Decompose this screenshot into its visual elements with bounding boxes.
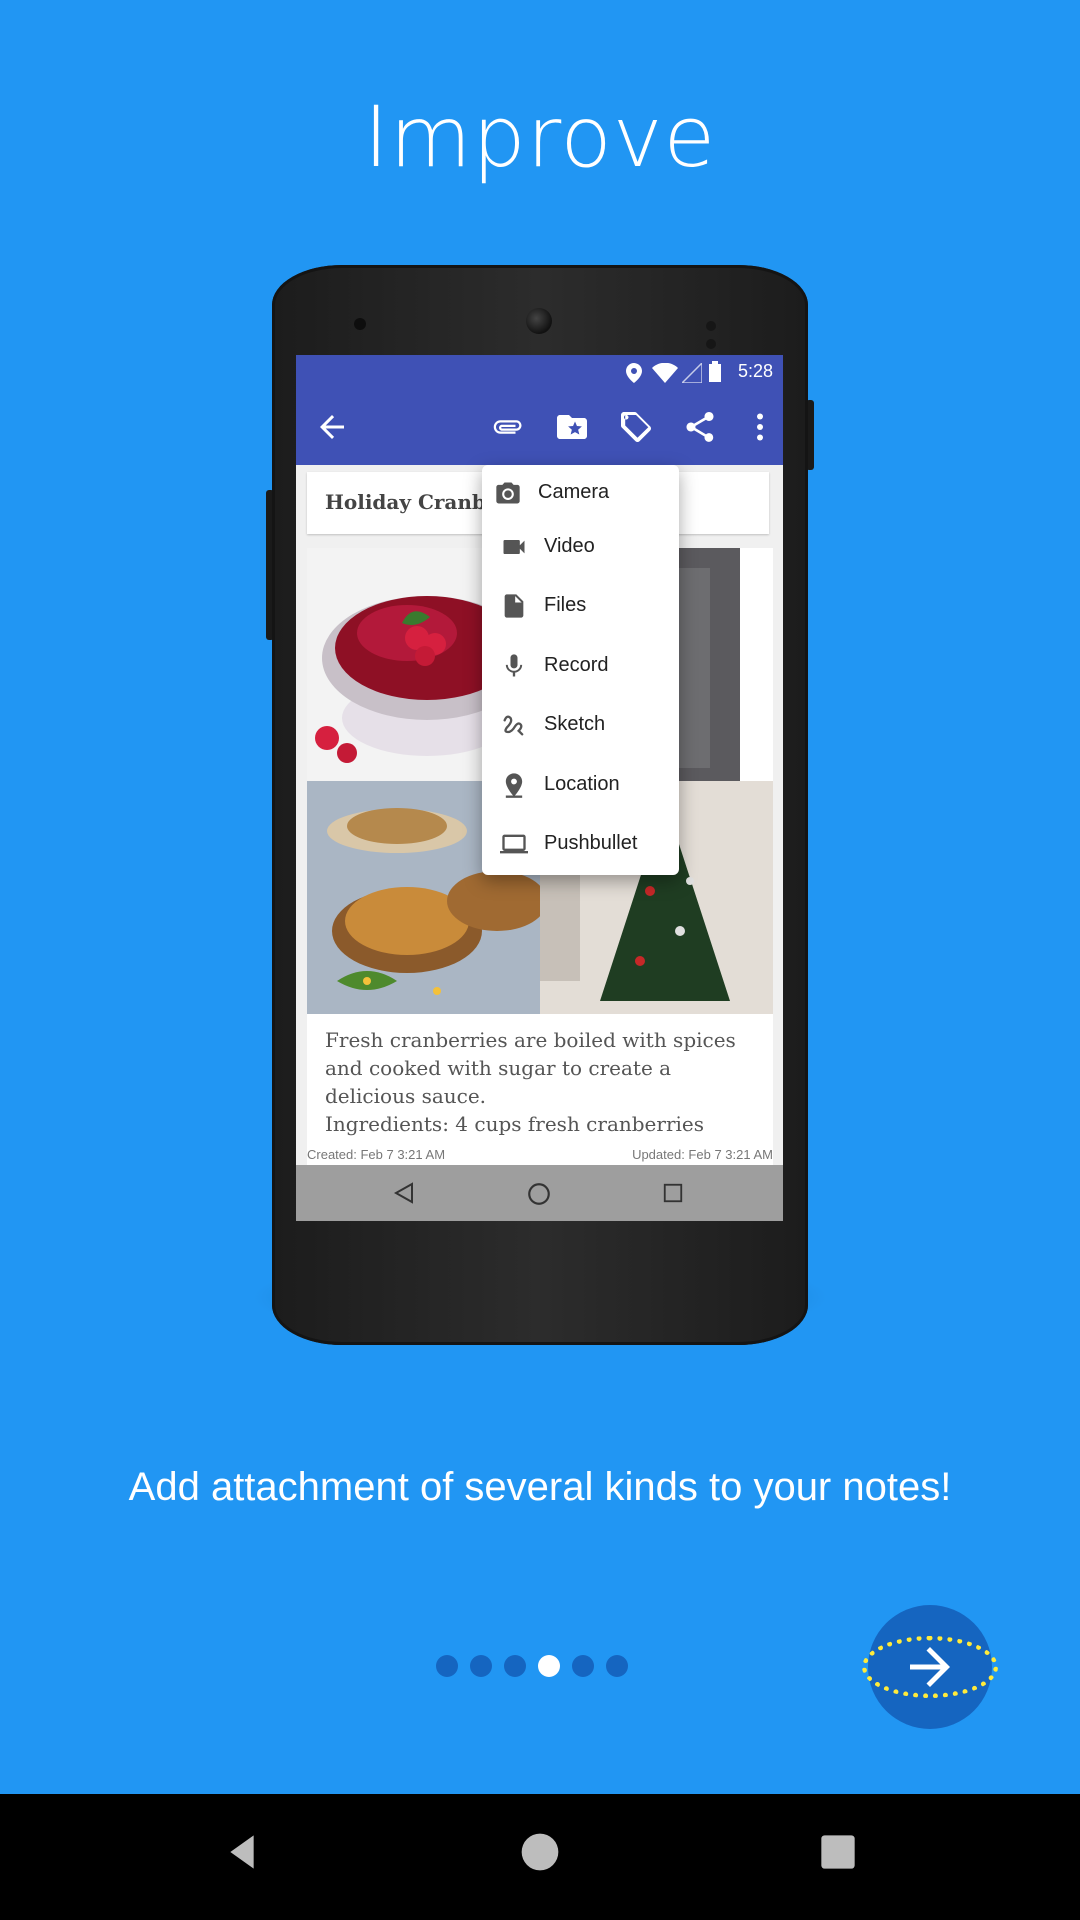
pager-dot xyxy=(606,1655,628,1677)
phone-sensors xyxy=(706,318,740,349)
app-toolbar xyxy=(296,389,783,465)
device-nav-bar xyxy=(296,1165,783,1221)
system-recents-icon[interactable] xyxy=(818,1832,858,1872)
image-gap xyxy=(740,548,773,781)
system-home-icon[interactable] xyxy=(518,1830,562,1874)
menu-item-files[interactable]: Files xyxy=(482,580,679,632)
phone-front-camera xyxy=(354,318,366,330)
system-nav-bar xyxy=(0,1794,1080,1920)
pager-dot xyxy=(572,1655,594,1677)
menu-item-pushbullet[interactable]: Pushbullet xyxy=(482,818,679,870)
pager-indicator xyxy=(436,1655,636,1677)
sketch-icon xyxy=(503,715,524,736)
phone-earpiece xyxy=(526,308,552,334)
menu-item-label: Pushbullet xyxy=(544,832,638,854)
video-icon xyxy=(503,540,525,554)
category-icon[interactable] xyxy=(554,409,590,445)
location-status-icon xyxy=(626,363,642,383)
pager-dot xyxy=(470,1655,492,1677)
pager-dot-active xyxy=(538,1655,560,1677)
device-recents-icon xyxy=(663,1183,683,1203)
note-created: Created: Feb 7 3:21 AM xyxy=(307,1147,446,1162)
laptop-icon xyxy=(500,834,528,854)
camera-icon xyxy=(496,482,520,504)
note-meta-bar: Created: Feb 7 3:21 AM Updated: Feb 7 3:… xyxy=(296,1147,783,1165)
share-icon[interactable] xyxy=(682,409,718,445)
note-body: Fresh cranberries are boiled with spices… xyxy=(325,1028,736,1136)
battery-status-icon xyxy=(709,361,721,382)
back-arrow-icon[interactable] xyxy=(314,409,350,445)
menu-item-label: Location xyxy=(544,773,620,795)
page-title: Improve xyxy=(363,88,717,186)
menu-item-sketch[interactable]: Sketch xyxy=(482,699,679,751)
menu-item-location[interactable]: Location xyxy=(482,759,679,811)
menu-item-record[interactable]: Record xyxy=(482,640,679,692)
mic-icon xyxy=(505,654,523,677)
status-time: 5:28 xyxy=(737,361,773,381)
more-vert-icon[interactable] xyxy=(742,409,778,445)
menu-item-label: Sketch xyxy=(544,713,606,735)
device-home-icon xyxy=(528,1183,550,1205)
pager-dot xyxy=(504,1655,526,1677)
menu-item-label: Files xyxy=(544,594,587,616)
menu-item-label: Record xyxy=(544,654,609,676)
location-pin-icon xyxy=(505,773,523,798)
signal-status-icon xyxy=(682,363,702,383)
status-bar: 5:28 xyxy=(296,355,783,389)
attachment-menu: Camera Video Files Record Sketch Locatio… xyxy=(482,465,679,875)
note-updated: Updated: Feb 7 3:21 AM xyxy=(632,1147,773,1162)
menu-item-label: Camera xyxy=(538,481,610,503)
attachment-icon[interactable] xyxy=(490,409,526,445)
menu-item-video[interactable]: Video xyxy=(482,521,679,573)
system-back-icon[interactable] xyxy=(222,1830,262,1874)
tag-icon[interactable] xyxy=(618,409,654,445)
file-icon xyxy=(504,594,524,618)
focus-highlight-ring xyxy=(862,1636,998,1698)
note-title: Holiday Cranbe xyxy=(325,490,499,514)
menu-item-label: Video xyxy=(544,535,595,557)
menu-item-camera[interactable]: Camera xyxy=(482,467,679,519)
pager-dot xyxy=(436,1655,458,1677)
wifi-status-icon xyxy=(652,363,678,383)
device-back-icon xyxy=(393,1182,413,1204)
intro-caption: Add attachment of several kinds to your … xyxy=(128,1465,952,1509)
